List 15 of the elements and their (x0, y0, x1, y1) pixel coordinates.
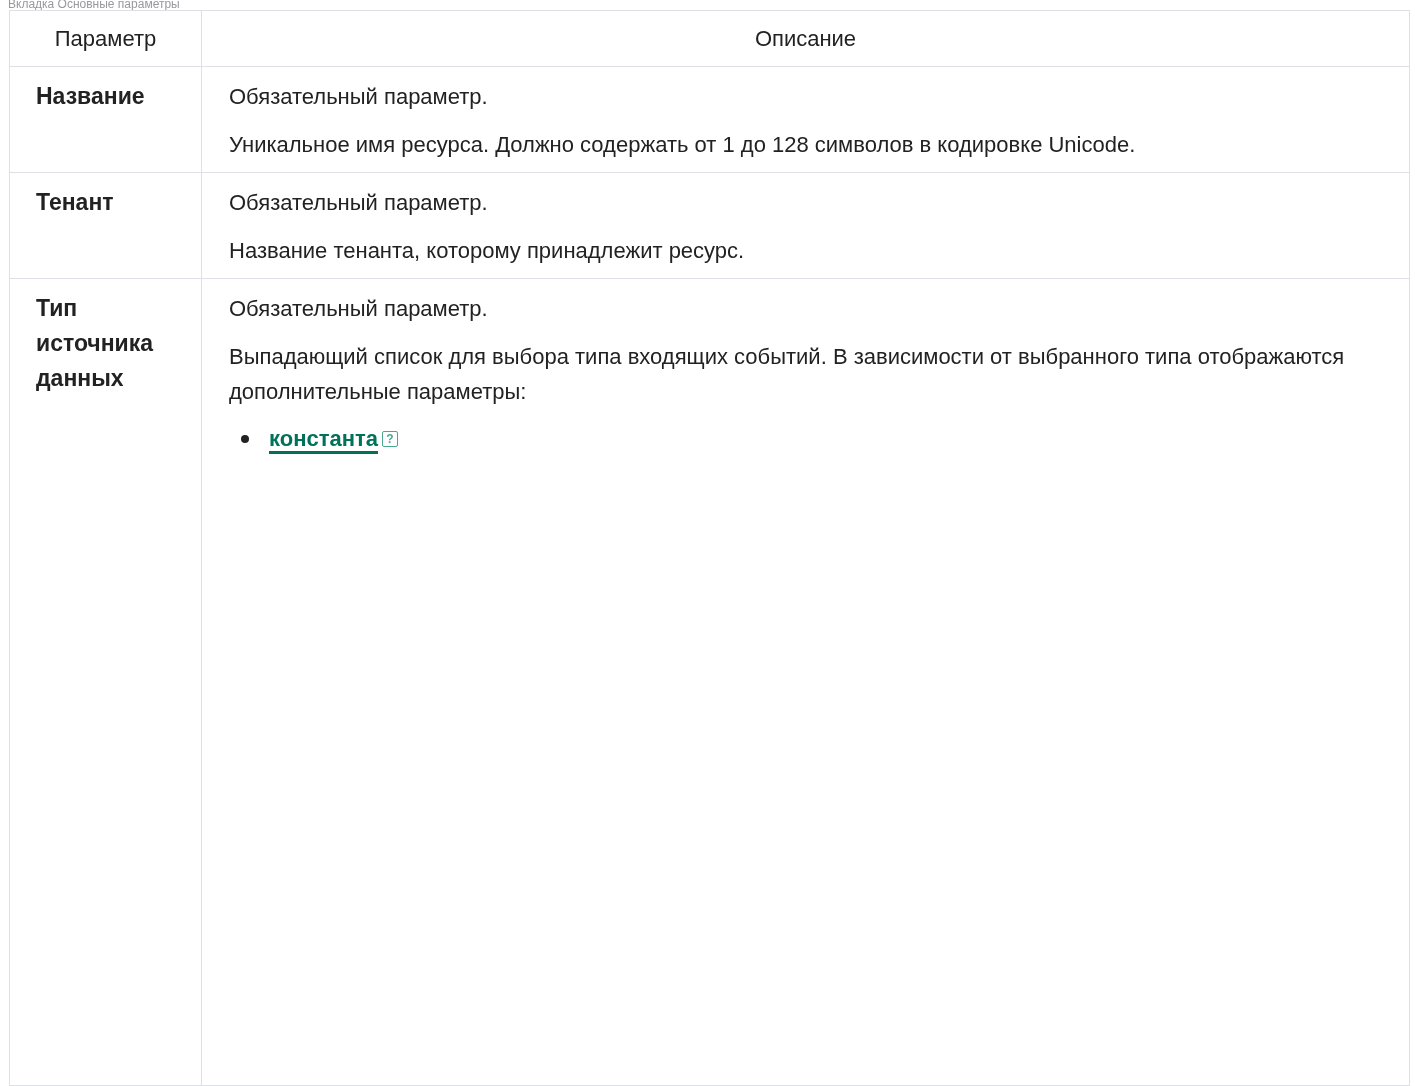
description-text: Название тенанта, которому принадлежит ресурс. (229, 237, 746, 265)
column-header: Описание (753, 25, 858, 53)
help-button[interactable]: ? (382, 430, 398, 447)
bullet-icon (241, 434, 249, 443)
link[interactable]: константа (269, 422, 378, 455)
description-text: Уникальное имя ресурса. Должно содержать от 1 до 128 символов в кодировке Unicode. (229, 131, 1137, 159)
table-caption: Вкладка Основные параметры (7, 0, 181, 10)
parameter-name: Тип источника данных (36, 294, 155, 393)
column-header: Параметр (10, 11, 202, 66)
description-text: Обязательный параметр. (229, 83, 489, 111)
parameter-name: Тенант (36, 188, 115, 217)
description-text: Выпадающий список для выбора типа входящих событий. В зависимости от выбранного типа отображаются дополнительные параметры: (229, 343, 1346, 406)
parameter-name: Название (36, 82, 146, 111)
description-text: Обязательный параметр. (229, 189, 489, 217)
description-text: Обязательный параметр. (229, 295, 489, 323)
